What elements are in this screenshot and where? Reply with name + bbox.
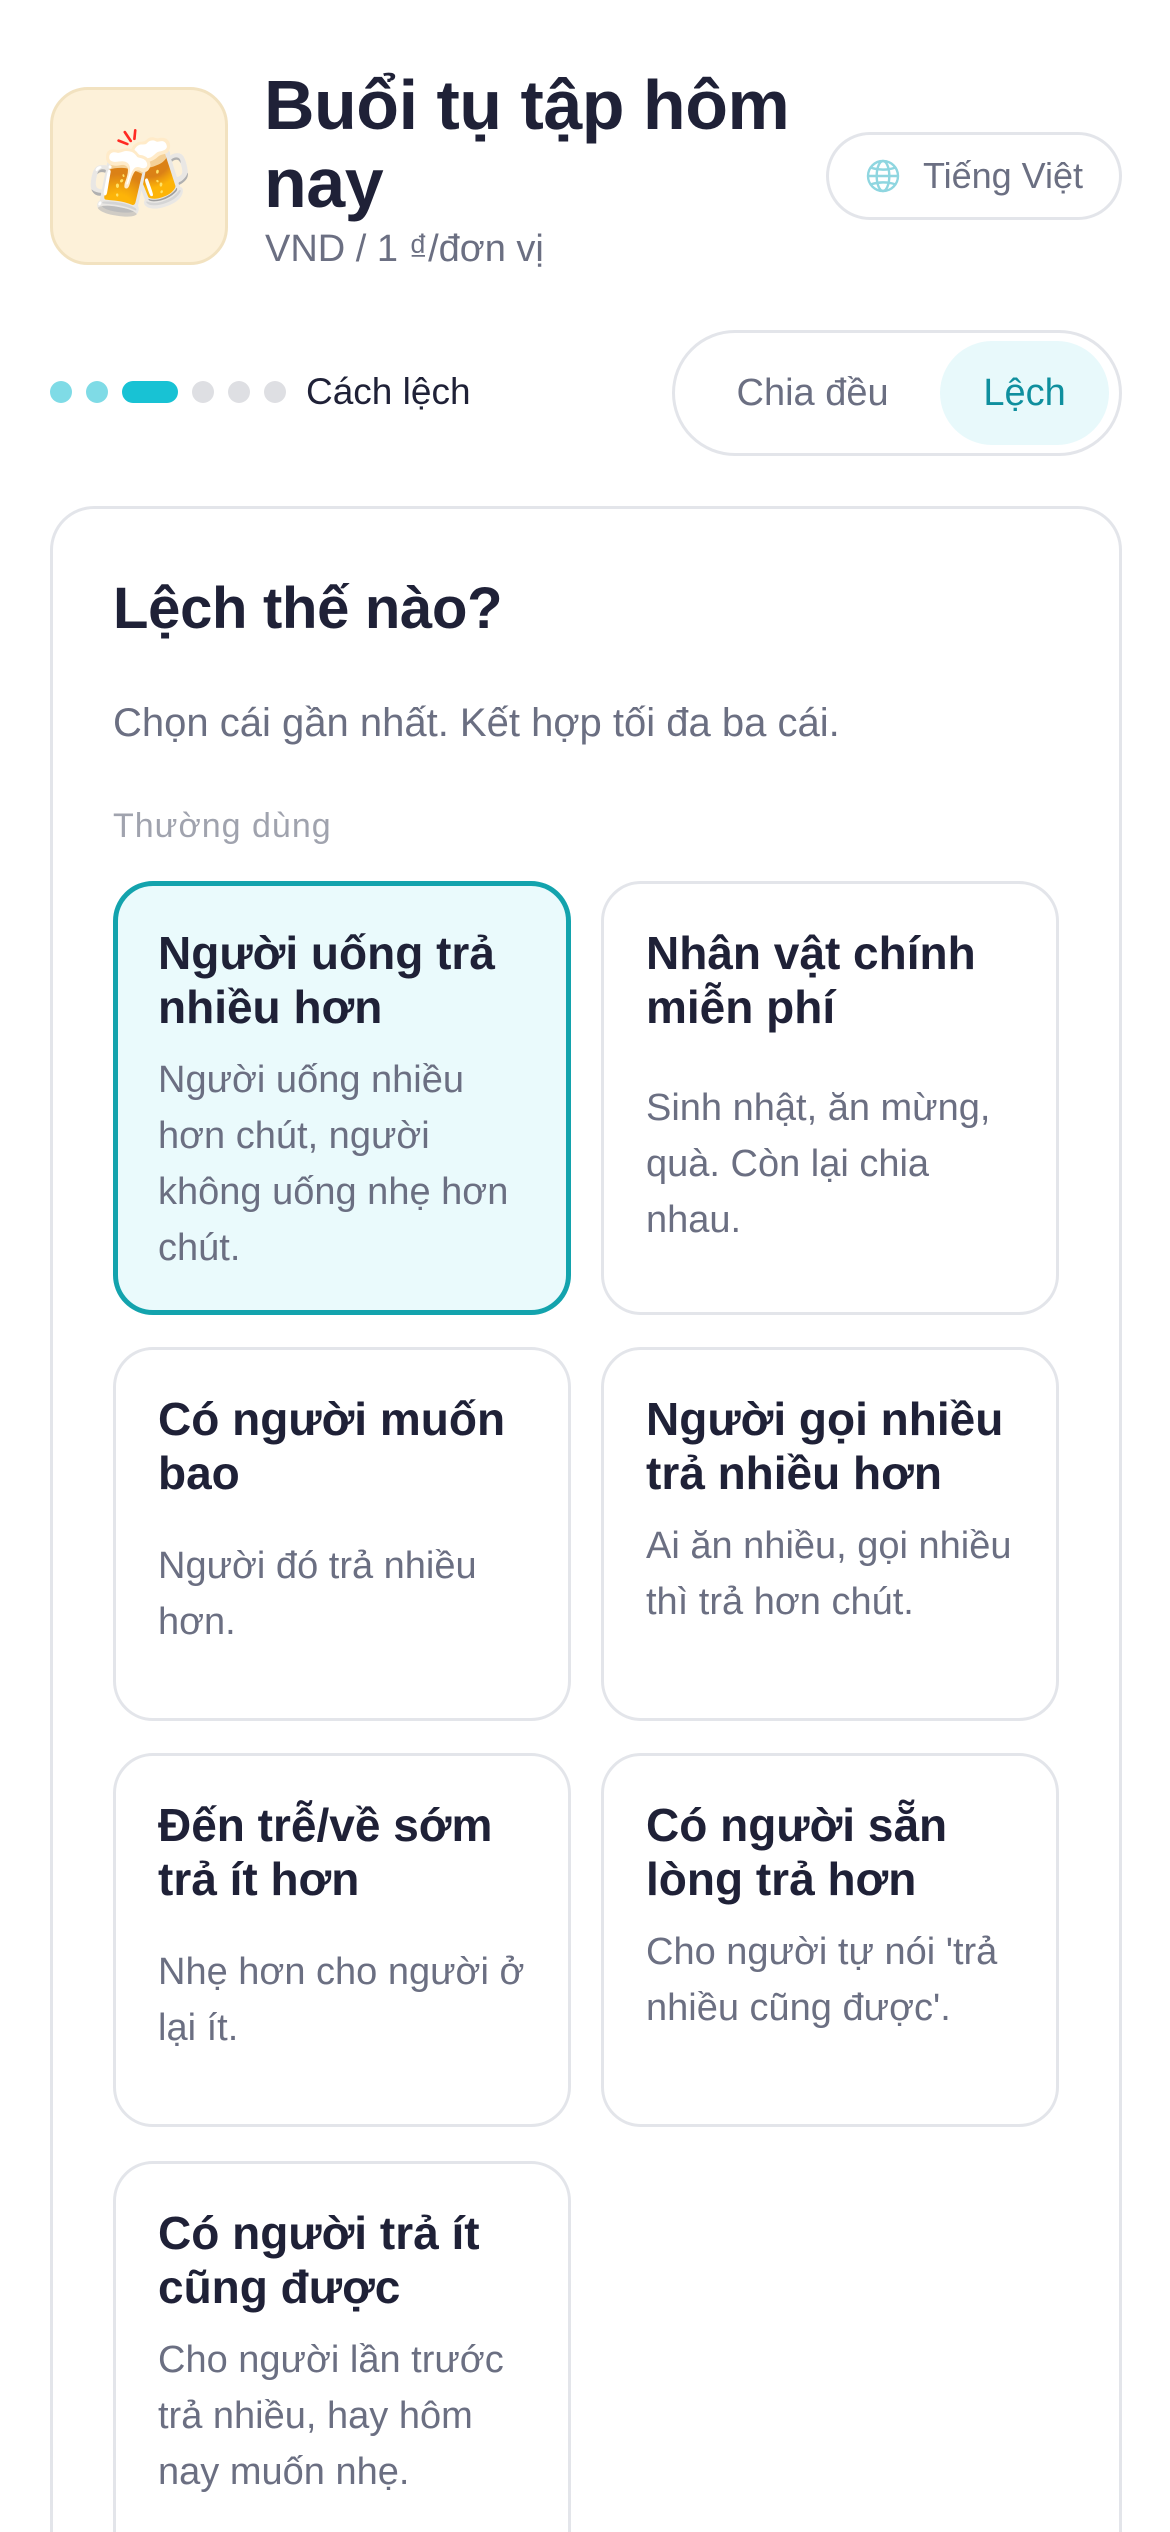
language-selector[interactable]: Tiếng Việt xyxy=(826,132,1122,220)
option-title: Có người trả ít cũng được xyxy=(158,2207,480,2313)
section-label-common: Thường dùng xyxy=(113,807,332,845)
option-title: Người gọi nhiều trả nhiều hơn xyxy=(646,1393,1004,1499)
step-dot-1 xyxy=(50,381,72,403)
step-label: Cách lệch xyxy=(306,371,471,412)
option-card-big-orderers-pay-more[interactable]: Người gọi nhiều trả nhiều hơn Ai ăn nhiề… xyxy=(601,1347,1059,1721)
option-title: Có người sẵn lòng trả hơn xyxy=(646,1799,948,1905)
option-card-can-pay-less[interactable]: Có người trả ít cũng được Cho người lần … xyxy=(113,2161,571,2532)
split-mode-toggle: Chia đều Lệch xyxy=(672,330,1122,456)
step-dot-5 xyxy=(228,381,250,403)
option-description: Ai ăn nhiều, gọi nhiều thì trả hơn chút. xyxy=(646,1525,1012,1623)
step-progress xyxy=(50,380,286,404)
step-dot-3-current xyxy=(122,381,178,403)
option-title: Đến trễ/về sớm trả ít hơn xyxy=(158,1799,493,1905)
option-title: Người uống trả nhiều hơn xyxy=(158,927,495,1033)
app-screen: 🍻 Buổi tụ tập hôm nay VND / 1 ₫/đơn vị T… xyxy=(0,0,1170,2532)
language-label: Tiếng Việt xyxy=(922,155,1084,196)
option-description: Sinh nhật, ăn mừng, quà. Còn lại chia nh… xyxy=(646,1087,991,1241)
option-description: Cho người lần trước trả nhiều, hay hôm n… xyxy=(158,2339,504,2493)
option-card-someone-treats[interactable]: Có người muốn bao Người đó trả nhiều hơn… xyxy=(113,1347,571,1721)
option-card-late-or-early-pay-less[interactable]: Đến trễ/về sớm trả ít hơn Nhẹ hơn cho ng… xyxy=(113,1753,571,2127)
skewed-split-button[interactable]: Lệch xyxy=(940,341,1109,445)
option-card-drinkers-pay-more[interactable]: Người uống trả nhiều hơn Người uống nhiề… xyxy=(113,881,571,1315)
currency-subtitle: VND / 1 ₫/đơn vị xyxy=(265,228,544,270)
app-icon-glyph: 🍻 xyxy=(84,126,194,225)
option-description: Nhẹ hơn cho người ở lại ít. xyxy=(158,1951,525,2049)
even-split-button[interactable]: Chia đều xyxy=(685,341,940,445)
option-card-guest-of-honor-free[interactable]: Nhân vật chính miễn phí Sinh nhật, ăn mừ… xyxy=(601,881,1059,1315)
card-description: Chọn cái gần nhất. Kết hợp tối đa ba cái… xyxy=(113,701,840,745)
option-title: Nhân vật chính miễn phí xyxy=(646,927,976,1033)
step-dot-6 xyxy=(264,381,286,403)
beer-mugs-icon: 🍻 xyxy=(50,87,228,265)
step-dot-2 xyxy=(86,381,108,403)
option-title: Có người muốn bao xyxy=(158,1393,506,1499)
globe-icon xyxy=(866,159,900,193)
card-title: Lệch thế nào? xyxy=(113,576,503,641)
option-card-willing-to-pay-more[interactable]: Có người sẵn lòng trả hơn Cho người tự n… xyxy=(601,1753,1059,2127)
option-description: Người đó trả nhiều hơn. xyxy=(158,1545,477,1643)
skew-options-card: Lệch thế nào? Chọn cái gần nhất. Kết hợp… xyxy=(50,506,1122,2532)
option-description: Cho người tự nói 'trả nhiều cũng được'. xyxy=(646,1931,998,2029)
option-description: Người uống nhiều hơn chút, người không u… xyxy=(158,1059,509,1269)
step-dot-4 xyxy=(192,381,214,403)
page-title: Buổi tụ tập hôm nay xyxy=(264,66,790,222)
